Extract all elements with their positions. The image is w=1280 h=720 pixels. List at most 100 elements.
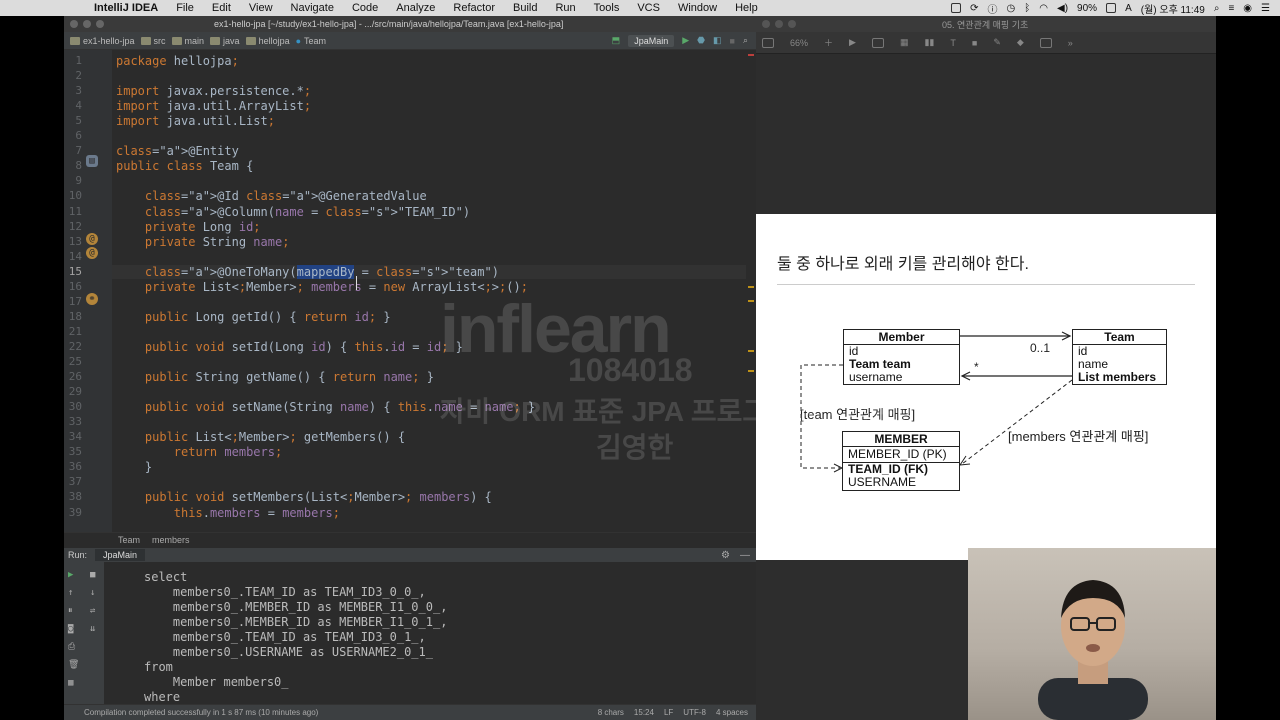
siri-icon[interactable]: ◉	[1243, 3, 1252, 14]
error-marker[interactable]	[748, 54, 754, 56]
line-separator[interactable]: LF	[664, 708, 673, 717]
code-line[interactable]: package hellojpa;	[116, 54, 239, 68]
menu-analyze[interactable]: Analyze	[396, 2, 435, 14]
code-line[interactable]: private List<;Member>; members = new Arr…	[116, 280, 528, 294]
code-line[interactable]: public void setName(String name) { this.…	[116, 400, 535, 414]
menu-edit[interactable]: Edit	[212, 2, 231, 14]
run-tab[interactable]: JpaMain	[95, 549, 146, 561]
code-editor[interactable]: 1 2 3 4 5 6 7 8 9 10 11 12 13 14 15 16 17 18 21 22 25 26 29 30 3…	[64, 50, 756, 532]
code-line[interactable]: import javax.persistence.*;	[116, 84, 311, 98]
code-line[interactable]: }	[116, 460, 152, 474]
breadcrumb-main[interactable]: main	[171, 36, 204, 46]
code-line[interactable]: public String getName() { return name; }	[116, 370, 434, 384]
breadcrumb-field[interactable]: members	[152, 535, 190, 545]
stop-run-icon[interactable]: ■	[90, 570, 95, 580]
wifi-icon[interactable]: ◠	[1039, 3, 1048, 14]
gear-icon[interactable]: ⚙	[721, 550, 730, 561]
code-line[interactable]: class="a">@Id class="a">@GeneratedValue	[116, 189, 427, 203]
menu-view[interactable]: View	[249, 2, 273, 14]
chart-icon[interactable]: ▮▮	[924, 37, 934, 48]
warning-marker[interactable]	[748, 286, 754, 288]
code-line[interactable]: this.members = members;	[116, 506, 340, 520]
breadcrumb-java[interactable]: java	[210, 36, 240, 46]
sync-icon[interactable]: ⟳	[970, 3, 978, 14]
bluetooth-icon[interactable]: ᛒ	[1024, 3, 1030, 14]
input-source[interactable]: A	[1125, 3, 1132, 14]
table-icon[interactable]: ▦	[900, 37, 909, 48]
menu-vcs[interactable]: VCS	[637, 2, 660, 14]
run-console[interactable]: ▶ ↑ ⏸ ◙ ⎙ 🗑 ▦ ■ ↓ ⇌ ⇊ select members0_.T…	[64, 562, 756, 704]
code-line[interactable]: public class Team {	[116, 159, 253, 173]
code-line[interactable]: class="a">@Entity	[116, 144, 239, 158]
app-menu[interactable]: IntelliJ IDEA	[94, 2, 158, 14]
notification-icon[interactable]: ☰	[1261, 3, 1270, 14]
code-line[interactable]: private String name;	[116, 235, 290, 249]
code-line[interactable]: import java.util.List;	[116, 114, 275, 128]
code-line[interactable]: import java.util.ArrayList;	[116, 99, 311, 113]
status-message[interactable]: Compilation completed successfully in 1 …	[84, 708, 318, 717]
breadcrumb-project[interactable]: ex1-hello-jpa	[70, 36, 135, 46]
document-icon[interactable]	[1039, 37, 1052, 48]
entity-icon[interactable]: ▤	[86, 155, 98, 167]
camera-icon[interactable]: ◙	[68, 624, 73, 634]
more-icon[interactable]: »	[1068, 38, 1073, 48]
layout-icon[interactable]: ▦	[68, 678, 73, 688]
scroll-down-icon[interactable]: ↓	[90, 588, 95, 598]
editor-scrollbar[interactable]	[746, 50, 756, 532]
breadcrumb-hellojpa[interactable]: hellojpa	[245, 36, 290, 46]
menu-refactor[interactable]: Refactor	[453, 2, 495, 14]
menu-help[interactable]: Help	[735, 2, 758, 14]
stop-button[interactable]: ■	[730, 36, 735, 46]
file-encoding[interactable]: UTF-8	[683, 708, 706, 717]
volume-icon[interactable]: ◀)	[1057, 3, 1068, 14]
code-line[interactable]: private Long id;	[116, 220, 261, 234]
scroll-end-icon[interactable]: ⇊	[90, 624, 95, 634]
window-controls[interactable]	[762, 20, 796, 28]
code-line[interactable]: public void setMembers(List<;Member>; me…	[116, 490, 492, 504]
code-line[interactable]: class="a">@OneToMany(mappedBy = class="s…	[112, 264, 752, 279]
minimize-icon[interactable]: —	[740, 550, 750, 561]
build-icon[interactable]: ⬒	[612, 35, 621, 46]
zoom-select[interactable]: 66%	[790, 38, 808, 48]
menu-build[interactable]: Build	[513, 2, 537, 14]
relation-icon[interactable]: ⚭	[86, 293, 98, 305]
shape-icon[interactable]: ■	[972, 38, 977, 48]
battery-text[interactable]: 90%	[1077, 3, 1097, 14]
wrap-icon[interactable]: ⇌	[90, 606, 95, 616]
run-button[interactable]: ▶	[682, 35, 689, 46]
field-icon[interactable]: @	[86, 247, 98, 259]
menu-file[interactable]: File	[176, 2, 194, 14]
coverage-button[interactable]: ◧	[713, 35, 722, 46]
text-icon[interactable]: T	[950, 38, 956, 48]
code-line[interactable]: return members;	[116, 445, 282, 459]
keynote-live-icon[interactable]	[871, 37, 884, 48]
play-icon[interactable]: ▶	[849, 37, 856, 48]
code-line[interactable]: public Long getId() { return id; }	[116, 310, 391, 324]
search-icon[interactable]: ⌕	[1214, 3, 1220, 14]
search-everywhere-icon[interactable]: ⌕	[743, 35, 748, 46]
clock-text[interactable]: (월) 오후 11:49	[1141, 1, 1205, 16]
debug-button[interactable]: ⬣	[697, 35, 705, 46]
control-center-icon[interactable]: ≡	[1228, 3, 1234, 14]
breadcrumb-src[interactable]: src	[140, 36, 166, 46]
code-line[interactable]: class="a">@Column(name = class="s">"TEAM…	[116, 205, 470, 219]
breadcrumb-class[interactable]: Team	[118, 535, 140, 545]
code-line[interactable]: public List<;Member>; getMembers() {	[116, 430, 405, 444]
code-line[interactable]: public void setId(Long id) { this.id = i…	[116, 340, 463, 354]
rerun-icon[interactable]: ▶	[68, 570, 73, 580]
view-icon[interactable]	[762, 37, 774, 48]
trash-icon[interactable]: 🗑	[68, 660, 79, 670]
pause-icon[interactable]: ⏸	[68, 606, 73, 616]
caret-position[interactable]: 15:24	[634, 708, 654, 717]
menu-run[interactable]: Run	[555, 2, 575, 14]
menu-navigate[interactable]: Navigate	[291, 2, 334, 14]
menu-code[interactable]: Code	[352, 2, 378, 14]
print-icon[interactable]: ⎙	[68, 642, 75, 652]
warning-marker[interactable]	[748, 300, 754, 302]
info-icon[interactable]: ⓘ	[988, 1, 998, 16]
media-icon[interactable]: ✎	[993, 37, 1001, 48]
run-config-select[interactable]: JpaMain	[628, 34, 675, 47]
field-icon[interactable]: @	[86, 233, 98, 245]
slide[interactable]: 둘 중 하나로 외래 키를 관리해야 한다. Member id Team te…	[756, 214, 1216, 560]
menu-window[interactable]: Window	[678, 2, 717, 14]
